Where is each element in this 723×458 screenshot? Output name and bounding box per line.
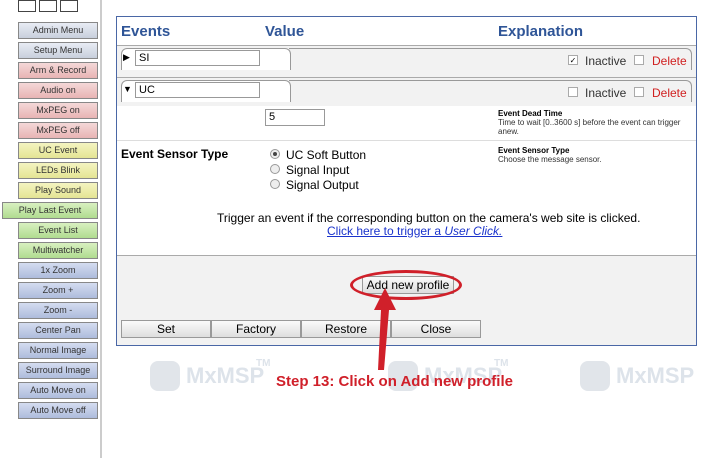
sidebar-item-arm-record[interactable]: Arm & Record: [18, 62, 98, 79]
highlight-ellipse: [350, 270, 462, 300]
toolbar-icons: [18, 0, 98, 18]
sidebar-item-uc-event[interactable]: UC Event: [18, 142, 98, 159]
watermark-text: MxMSP: [616, 363, 695, 388]
collapse-arrow-icon[interactable]: ▼: [123, 84, 132, 94]
watermark-tm: TM: [256, 358, 271, 369]
annotation-arrow-icon: [374, 288, 396, 370]
radio-uc-soft-button[interactable]: [270, 149, 280, 159]
factory-button[interactable]: Factory: [211, 320, 301, 338]
watermark-text: MxMSP: [186, 363, 265, 388]
sensor-type-desc: Choose the message sensor.: [498, 155, 602, 164]
sidebar-item-auto-move-on[interactable]: Auto Move on: [18, 382, 98, 399]
sidebar-item-mxpeg-off[interactable]: MxPEG off: [18, 122, 98, 139]
event-name-input[interactable]: SI: [135, 50, 260, 66]
radio-label: Signal Input: [286, 163, 350, 177]
sidebar-item-zoom-in[interactable]: Zoom +: [18, 282, 98, 299]
step-annotation: Step 13: Click on Add new profile: [276, 373, 513, 390]
dead-time-desc: Time to wait [0..3600 s] before the even…: [498, 118, 681, 136]
header-explanation: Explanation: [498, 23, 584, 40]
radio-label: UC Soft Button: [286, 148, 367, 162]
sidebar-item-mxpeg-on[interactable]: MxPEG on: [18, 102, 98, 119]
sidebar-item-admin-menu[interactable]: Admin Menu: [18, 22, 98, 39]
header-value: Value: [265, 23, 305, 40]
logo-icon: [580, 361, 610, 391]
sidebar-item-audio-on[interactable]: Audio on: [18, 82, 98, 99]
sidebar-item-play-sound[interactable]: Play Sound: [18, 182, 98, 199]
sidebar-item-auto-move-off[interactable]: Auto Move off: [18, 402, 98, 419]
radio-label: Signal Output: [286, 178, 359, 192]
logo-icon: [150, 361, 180, 391]
sidebar: Admin Menu Setup Menu Arm & Record Audio…: [0, 0, 102, 458]
radio-signal-input[interactable]: [270, 164, 280, 174]
event-row-si: ▶ SI ✓ Inactive Delete: [117, 45, 696, 77]
sidebar-item-multiwatcher[interactable]: Multiwatcher: [18, 242, 98, 259]
sidebar-item-setup-menu[interactable]: Setup Menu: [18, 42, 98, 59]
sidebar-item-zoom-out[interactable]: Zoom -: [18, 302, 98, 319]
sensor-type-label: Event Sensor Type: [121, 147, 229, 161]
sidebar-item-event-list[interactable]: Event List: [18, 222, 98, 239]
sensor-type-title: Event Sensor Type: [498, 146, 570, 155]
sidebar-item-leds-blink[interactable]: LEDs Blink: [18, 162, 98, 179]
dead-time-input[interactable]: 5: [265, 109, 325, 126]
radio-signal-output[interactable]: [270, 179, 280, 189]
sidebar-item-normal-image[interactable]: Normal Image: [18, 342, 98, 359]
trigger-link[interactable]: Click here to trigger a User Click.: [327, 224, 502, 238]
sidebar-item-center-pan[interactable]: Center Pan: [18, 322, 98, 339]
sidebar-item-1x-zoom[interactable]: 1x Zoom: [18, 262, 98, 279]
inactive-checkbox[interactable]: [568, 87, 578, 97]
set-button[interactable]: Set: [121, 320, 211, 338]
sidebar-item-surround-image[interactable]: Surround Image: [18, 362, 98, 379]
trigger-note: Trigger an event if the corresponding bu…: [217, 211, 641, 225]
inactive-label: Inactive: [585, 86, 627, 100]
window-icon[interactable]: [18, 0, 36, 12]
delete-checkbox[interactable]: [634, 55, 644, 65]
delete-checkbox[interactable]: [634, 87, 644, 97]
expand-arrow-icon[interactable]: ▶: [123, 52, 130, 63]
sidebar-item-play-last-event[interactable]: Play Last Event: [2, 202, 98, 219]
header-events: Events: [121, 23, 171, 40]
event-name-input[interactable]: UC: [135, 82, 260, 98]
inactive-checkbox[interactable]: ✓: [568, 55, 578, 65]
bottom-bar: Set Factory Restore Close: [117, 255, 696, 345]
inactive-label: Inactive: [585, 54, 627, 68]
window-icon[interactable]: [39, 0, 57, 12]
dead-time-title: Event Dead Time: [498, 109, 563, 118]
watermark-tm: TM: [494, 358, 509, 369]
close-button[interactable]: Close: [391, 320, 481, 338]
event-row-uc: ▼ UC Inactive Delete 5 Event Dead Time T…: [117, 77, 696, 255]
delete-label: Delete: [652, 54, 687, 68]
window-icon[interactable]: [60, 0, 78, 12]
delete-label: Delete: [652, 86, 687, 100]
panel-header: Events Value Explanation: [117, 17, 696, 45]
